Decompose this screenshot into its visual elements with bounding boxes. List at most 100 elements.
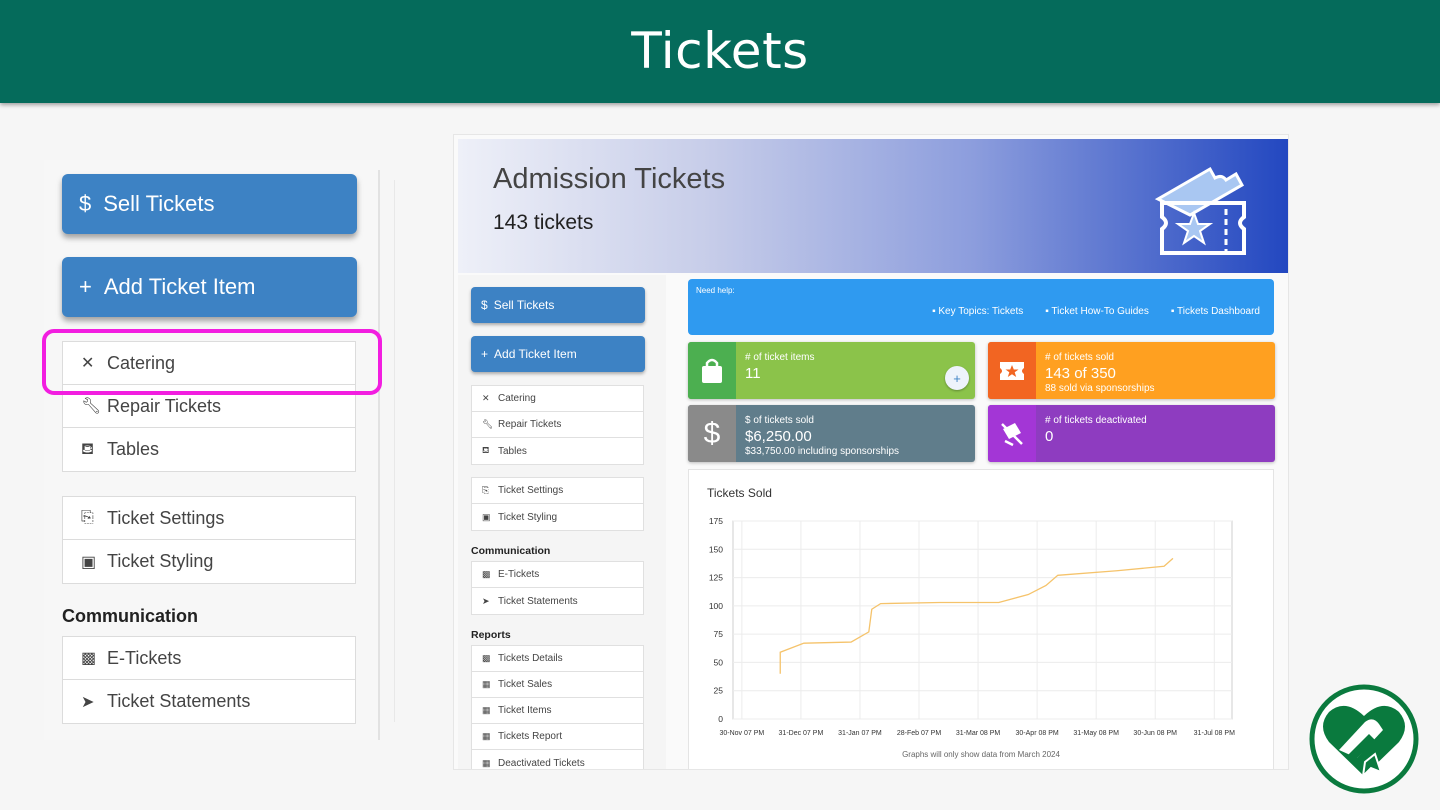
sidebar-item-ticket-styling[interactable]: ▣ Ticket Styling — [472, 504, 643, 530]
sidebar-sell-tickets-button[interactable]: $ Sell Tickets — [471, 287, 645, 323]
series-line — [779, 557, 1174, 674]
add-ticket-item-button[interactable]: + Add Ticket Item — [62, 257, 357, 317]
link-label: Key Topics: Tickets — [938, 306, 1024, 317]
help-bar: Need help: ▪ Key Topics: Tickets ▪ Ticke… — [688, 279, 1274, 335]
sell-tickets-button[interactable]: $ Sell Tickets — [62, 174, 357, 234]
y-tick-label: 75 — [714, 629, 724, 639]
stat-value: $6,250.00 — [745, 428, 812, 445]
chart-note: Graphs will only show data from March 20… — [902, 750, 1060, 759]
sidebar-add-ticket-item-button[interactable]: + Add Ticket Item — [471, 336, 645, 372]
stat-card-tickets-sold: # of tickets sold 143 of 350 88 sold via… — [988, 342, 1275, 399]
help-link-key-topics[interactable]: ▪ Key Topics: Tickets — [932, 306, 1023, 317]
help-link-how-to-guides[interactable]: ▪ Ticket How-To Guides — [1045, 306, 1149, 317]
utensils-icon: ✕ — [482, 393, 490, 403]
ticket-star-icon — [988, 342, 1036, 399]
menu-item-ticket-styling[interactable]: ▣ Ticket Styling — [63, 540, 355, 583]
y-tick-label: 0 — [718, 714, 723, 724]
help-link-dashboard[interactable]: ▪ Tickets Dashboard — [1171, 306, 1260, 317]
sidebar-item-catering[interactable]: ✕ Catering — [472, 386, 643, 412]
reports-heading: Reports — [471, 629, 511, 641]
table-icon: ▦ — [482, 757, 491, 768]
x-tick-label: 30-Nov 07 PM — [719, 730, 764, 737]
menu-item-ticket-settings[interactable]: ⎘ Ticket Settings — [63, 497, 355, 540]
ticket-off-icon — [988, 405, 1036, 462]
divider — [394, 180, 395, 722]
link-label: Ticket How-To Guides — [1051, 306, 1149, 317]
help-links: ▪ Key Topics: Tickets ▪ Ticket How-To Gu… — [932, 306, 1260, 317]
communication-heading: Communication — [62, 606, 199, 626]
x-tick-label: 31-Mar 08 PM — [956, 730, 1001, 737]
sidebar-item-label: Tickets Details — [498, 653, 563, 664]
stat-value: 11 — [745, 365, 761, 382]
menu-item-e-tickets[interactable]: ▩ E-Tickets — [63, 637, 355, 680]
sidebar-item-deactivated-tickets[interactable]: ▦ Deactivated Tickets — [472, 750, 643, 769]
sidebar-item-tickets-report[interactable]: ▦ Tickets Report — [472, 724, 643, 750]
sidebar-item-ticket-sales[interactable]: ▦ Ticket Sales — [472, 672, 643, 698]
catering-highlight — [42, 329, 382, 395]
sidebar: $ Sell Tickets + Add Ticket Item ✕ Catering… — [458, 275, 666, 769]
wrench-icon: 🔧︎ — [482, 419, 494, 429]
sidebar-item-label: Catering — [498, 393, 536, 404]
sell-tickets-label: Sell Tickets — [103, 191, 215, 216]
plus-icon: + — [481, 347, 489, 361]
menu-item-ticket-statements[interactable]: ➤ Ticket Statements — [63, 680, 355, 723]
stat-sub: $33,750.00 including sponsorships — [745, 446, 899, 457]
tickets-sold-chart: Tickets Sold 0 25 50 75 100 125 150 175 30-Nov 0… — [688, 469, 1274, 769]
sidebar-group: ▩ Tickets Details ▦ Ticket Sales ▦ Ticket I… — [471, 645, 644, 769]
sidebar-group: ▩ E-Tickets ➤ Ticket Statements — [471, 561, 644, 615]
plot-area — [732, 520, 1233, 720]
sidebar-item-ticket-statements[interactable]: ➤ Ticket Statements — [472, 588, 643, 614]
sidebar-item-ticket-settings[interactable]: ⎘ Ticket Settings — [472, 478, 643, 504]
add-item-button[interactable]: + — [945, 366, 969, 390]
sidebar-item-label: Ticket Statements — [498, 595, 578, 607]
table-icon: ▦ — [482, 679, 491, 689]
divider — [378, 170, 380, 740]
sidebar-item-e-tickets[interactable]: ▩ E-Tickets — [472, 562, 643, 588]
ticket-icon: ▩ — [81, 650, 97, 667]
table-icon: ▦ — [482, 705, 491, 715]
y-tick-label: 100 — [709, 601, 723, 611]
sidebar-item-label: Ticket Styling — [498, 511, 558, 523]
stat-value: 143 of 350 — [1045, 365, 1116, 382]
stat-label: # of ticket items — [745, 352, 815, 363]
help-label: Need help: — [696, 286, 735, 295]
link-label: Tickets Dashboard — [1177, 306, 1260, 317]
y-tick-label: 25 — [714, 686, 724, 696]
y-tick-label: 175 — [709, 516, 723, 526]
x-tick-label: 30-Jun 08 PM — [1133, 730, 1177, 737]
plus-icon: + — [79, 274, 92, 299]
sidebar-item-label: Deactivated Tickets — [498, 757, 585, 769]
menu-item-label: Ticket Styling — [107, 551, 214, 571]
sidebar-item-tickets-details[interactable]: ▩ Tickets Details — [472, 646, 643, 672]
sidebar-item-tables[interactable]: ⛾ Tables — [472, 438, 643, 464]
chair-icon: ⛾ — [482, 445, 490, 455]
ticket-star-icon — [1154, 166, 1246, 255]
chair-icon: ⛾ — [81, 440, 95, 458]
dashboard-screenshot: Admission Tickets 143 tickets $ Sell Tick… — [453, 134, 1289, 770]
stat-card-dollars-sold: $ $ of tickets sold $6,250.00 $33,750.00… — [688, 405, 975, 462]
stat-label: # of tickets sold — [1045, 352, 1114, 363]
line-chart: 0 25 50 75 100 125 150 175 30-Nov 07 PM 31-Dec 07… — [709, 516, 1235, 737]
stat-sub: 88 sold via sponsorships — [1045, 383, 1155, 394]
brand-logo-icon — [1309, 684, 1419, 794]
sidebar-item-label: Ticket Settings — [498, 485, 564, 496]
y-tick-label: 125 — [709, 573, 723, 583]
button-label: Add Ticket Item — [494, 347, 577, 361]
sidebar-item-label: Tables — [498, 445, 527, 457]
y-tick-label: 150 — [709, 544, 723, 554]
sidebar-item-ticket-items[interactable]: ▦ Ticket Items — [472, 698, 643, 724]
sign-in-icon: ⎘ — [81, 509, 94, 526]
x-tick-label: 30-Apr 08 PM — [1016, 730, 1059, 737]
sidebar-item-repair-tickets[interactable]: 🔧︎ Repair Tickets — [472, 412, 643, 438]
stat-card-deactivated: # of tickets deactivated 0 — [988, 405, 1275, 462]
menu-item-tables[interactable]: ⛾ Tables — [63, 428, 355, 471]
stat-label: $ of tickets sold — [745, 415, 814, 426]
shopping-bag-icon — [688, 342, 736, 399]
sidebar-item-label: Ticket Items — [498, 705, 552, 716]
stat-label: # of tickets deactivated — [1045, 415, 1147, 426]
ticket-count: 143 tickets — [493, 211, 594, 234]
menu-group: ⎘ Ticket Settings ▣ Ticket Styling — [62, 496, 356, 584]
palette-icon: ▣ — [482, 511, 491, 522]
menu-group: ▩ E-Tickets ➤ Ticket Statements — [62, 636, 356, 724]
x-tick-label: 31-Dec 07 PM — [779, 730, 824, 737]
